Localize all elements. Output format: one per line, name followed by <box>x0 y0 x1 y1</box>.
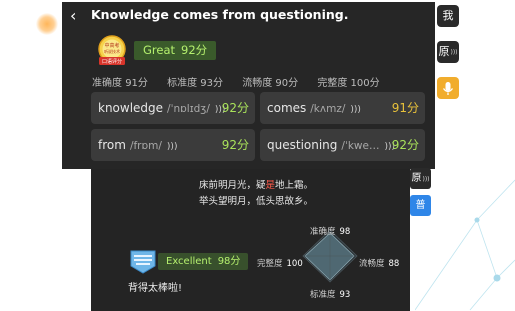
microphone-icon <box>442 82 454 95</box>
radar-label-completeness: 完整度 100 <box>257 259 303 269</box>
word-phonetic: /frɒm/ <box>129 140 162 152</box>
word-text: comes <box>267 101 307 115</box>
speaker-icon[interactable]: ))) <box>167 142 178 152</box>
poem-line-2: 举头望明月，低头思故乡。 <box>199 196 314 207</box>
svg-text:口语评分: 口语评分 <box>102 58 122 65</box>
word-phonetic: /ˈnɒlɪdʒ/ <box>167 103 210 115</box>
speaker-icon: ))) <box>450 49 458 56</box>
recitation-grade-pill: Excellent 98分 <box>158 253 249 270</box>
overall-score: 92分 <box>181 43 208 57</box>
word-phonetic: /kʌmz/ <box>310 103 346 115</box>
overall-grade: Great <box>143 43 176 57</box>
metrics-row: 准确度 91分 标准度 93分 流畅度 90分 完整度 100分 <box>92 74 396 89</box>
word-card-knowledge[interactable]: knowledge/ˈnɒlɪdʒ/))) 92分 <box>91 92 255 124</box>
recitation-grade: Excellent <box>166 256 212 267</box>
metric-completeness: 完整度 100分 <box>317 78 380 89</box>
radar-label-standard: 标准度 93 <box>310 290 351 300</box>
radar-label-accuracy: 准确度 98 <box>310 227 351 237</box>
poem-evaluation-panel: 床前明月光，疑是地上霜。 举头望明月，低头思故乡。 Excellent 98分 背… <box>91 169 410 311</box>
my-recording-button[interactable]: 我 <box>437 5 459 27</box>
word-score: 92分 <box>221 138 249 152</box>
putonghua-button[interactable]: 普 <box>410 195 431 216</box>
word-text: from <box>98 138 126 152</box>
svg-text:听说技术: 听说技术 <box>104 48 120 54</box>
score-radar-chart <box>302 229 358 283</box>
decorative-orb <box>36 13 58 35</box>
highlighted-character: 是 <box>265 180 276 191</box>
word-score: 92分 <box>391 138 419 152</box>
word-card-questioning[interactable]: questioning/ˈkwe…))) 92分 <box>260 129 425 161</box>
word-text: knowledge <box>98 101 164 115</box>
exam-badge-icon <box>130 250 156 274</box>
back-chevron-icon[interactable]: ‹ <box>70 5 86 27</box>
word-phonetic: /ˈkwe… <box>341 140 380 152</box>
overall-grade-pill: Great 92分 <box>134 41 217 60</box>
recitation-score: 98分 <box>217 256 241 267</box>
page-title: Knowledge comes from questioning. <box>91 7 349 22</box>
speaker-icon: ))) <box>422 176 430 183</box>
original-audio-button-bottom[interactable]: 原))) <box>410 168 431 189</box>
original-audio-button[interactable]: 原))) <box>437 41 459 63</box>
poem-text: 床前明月光，疑是地上霜。 举头望明月，低头思故乡。 <box>199 178 313 210</box>
word-card-from[interactable]: from/frɒm/))) 92分 <box>91 129 255 161</box>
metric-standard: 标准度 93分 <box>167 78 224 89</box>
metric-fluency: 流畅度 90分 <box>242 78 299 89</box>
praise-text: 背得太棒啦! <box>128 283 183 294</box>
poem-line-1: 床前明月光，疑是地上霜。 <box>199 180 314 191</box>
word-score: 92分 <box>221 101 249 115</box>
radar-label-fluency: 流畅度 88 <box>359 259 400 269</box>
microphone-button[interactable] <box>437 77 459 99</box>
svg-text:中高考: 中高考 <box>104 42 119 49</box>
speaker-icon[interactable]: ))) <box>350 105 361 115</box>
exam-score-badge-icon: 中高考 听说技术 口语评分 <box>98 35 126 65</box>
word-card-comes[interactable]: comes/kʌmz/))) 91分 <box>260 92 425 124</box>
word-text: questioning <box>267 138 338 152</box>
word-score: 91分 <box>391 101 419 115</box>
metric-accuracy: 准确度 91分 <box>92 78 148 89</box>
word-evaluation-panel: ‹ Knowledge comes from questioning. 中高考 … <box>62 2 435 169</box>
